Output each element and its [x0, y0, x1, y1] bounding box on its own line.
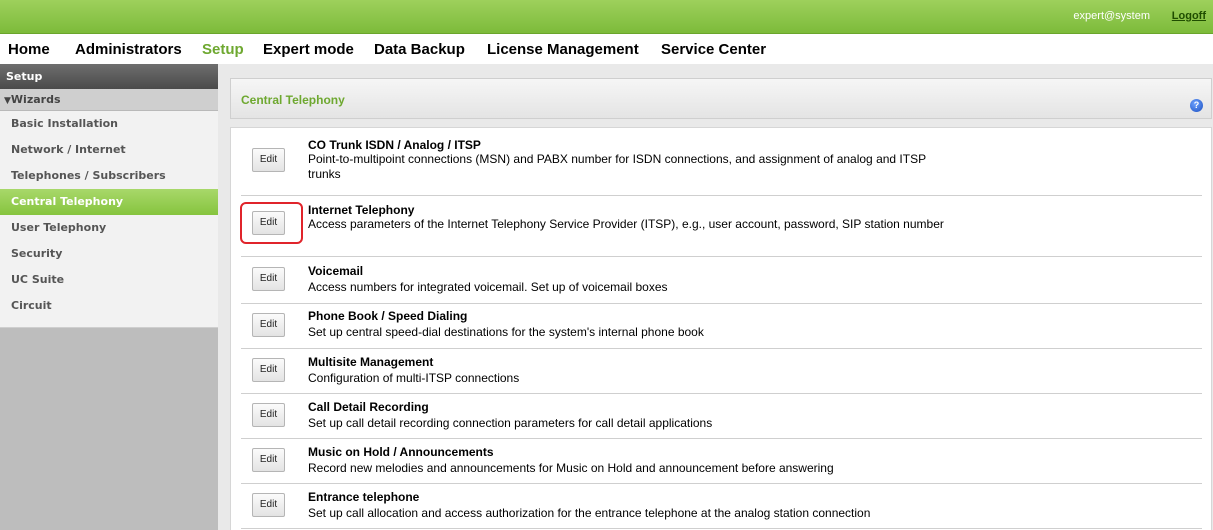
wizard-description: Set up call detail recording connection …	[308, 416, 713, 430]
wizard-description: Point-to-multipoint connections (MSN) an…	[308, 152, 926, 181]
edit-button[interactable]: Edit	[252, 403, 285, 427]
current-user: expert@system	[1073, 10, 1150, 22]
sidebar-item-circuit[interactable]: Circuit	[0, 293, 218, 319]
nav-administrators[interactable]: Administrators	[75, 41, 182, 58]
wizard-name: Multisite Management	[308, 355, 434, 369]
sidebar-item-basic-installation[interactable]: Basic Installation	[0, 111, 218, 137]
wizard-row-internet-telephony: Edit Internet Telephony Access parameter…	[240, 195, 1202, 257]
edit-button[interactable]: Edit	[252, 448, 285, 472]
sidebar-items: Basic Installation Network / Internet Te…	[0, 111, 218, 328]
wizard-name: Entrance telephone	[308, 490, 420, 504]
sidebar-item-uc-suite[interactable]: UC Suite	[0, 267, 218, 293]
help-icon[interactable]: ?	[1190, 99, 1203, 112]
wizard-name: CO Trunk ISDN / Analog / ITSP	[308, 138, 481, 152]
wizard-row-entrance-telephone: Edit Entrance telephone Set up call allo…	[241, 483, 1202, 529]
wizard-row-phone-book: Edit Phone Book / Speed Dialing Set up c…	[241, 303, 1202, 349]
sidebar-item-central-telephony[interactable]: Central Telephony	[0, 189, 218, 215]
sidebar-divider	[0, 319, 218, 328]
wizard-row-call-detail-recording: Edit Call Detail Recording Set up call d…	[241, 393, 1202, 439]
nav-home[interactable]: Home	[8, 41, 50, 58]
wizard-description: Configuration of multi-ITSP connections	[308, 371, 520, 385]
wizard-name: Internet Telephony	[308, 203, 415, 217]
wizard-description: Record new melodies and announcements fo…	[308, 461, 834, 475]
main-content: Central Telephony ? Edit CO Trunk ISDN /…	[218, 64, 1213, 530]
top-bar: expert@system Logoff	[0, 0, 1213, 34]
wizard-description: Access numbers for integrated voicemail.…	[308, 280, 668, 294]
sidebar-group-wizards[interactable]: ▼Wizards	[0, 89, 218, 111]
wizard-row-multisite: Edit Multisite Management Configuration …	[241, 348, 1202, 394]
wizard-row-co-trunk: Edit CO Trunk ISDN / Analog / ITSP Point…	[241, 128, 1202, 196]
caret-down-icon: ▼	[4, 96, 11, 106]
nav-data-backup[interactable]: Data Backup	[374, 41, 465, 58]
edit-button[interactable]: Edit	[252, 267, 285, 291]
sidebar: Setup ▼Wizards Basic Installation Networ…	[0, 64, 218, 530]
main-navigation: Home Administrators Setup Expert mode Da…	[0, 34, 1213, 64]
nav-service-center[interactable]: Service Center	[661, 41, 766, 58]
edit-button[interactable]: Edit	[252, 358, 285, 382]
panel-header: Central Telephony ?	[230, 78, 1212, 119]
wizard-name: Call Detail Recording	[308, 400, 429, 414]
wizard-name: Phone Book / Speed Dialing	[308, 309, 468, 323]
sidebar-title: Setup	[0, 64, 218, 89]
wizard-list: Edit CO Trunk ISDN / Analog / ITSP Point…	[230, 127, 1212, 530]
page-title: Central Telephony	[241, 93, 345, 107]
edit-button[interactable]: Edit	[252, 148, 285, 172]
nav-license-management[interactable]: License Management	[487, 41, 639, 58]
sidebar-item-security[interactable]: Security	[0, 241, 218, 267]
wizard-description: Set up central speed-dial destinations f…	[308, 325, 704, 339]
sidebar-item-telephones-subscribers[interactable]: Telephones / Subscribers	[0, 163, 218, 189]
wizard-name: Voicemail	[308, 264, 364, 278]
edit-button[interactable]: Edit	[252, 313, 285, 337]
edit-button[interactable]: Edit	[252, 211, 285, 235]
wizard-name: Music on Hold / Announcements	[308, 445, 494, 459]
sidebar-group-label: Wizards	[10, 93, 61, 106]
wizard-description: Access parameters of the Internet Teleph…	[308, 217, 944, 231]
wizard-description: Set up call allocation and access author…	[308, 506, 871, 520]
sidebar-item-network-internet[interactable]: Network / Internet	[0, 137, 218, 163]
sidebar-item-user-telephony[interactable]: User Telephony	[0, 215, 218, 241]
logoff-link[interactable]: Logoff	[1172, 10, 1206, 22]
wizard-row-voicemail: Edit Voicemail Access numbers for integr…	[241, 256, 1202, 304]
wizard-row-music-on-hold: Edit Music on Hold / Announcements Recor…	[241, 438, 1202, 484]
nav-expert-mode[interactable]: Expert mode	[263, 41, 354, 58]
nav-setup[interactable]: Setup	[202, 41, 244, 58]
edit-button[interactable]: Edit	[252, 493, 285, 517]
